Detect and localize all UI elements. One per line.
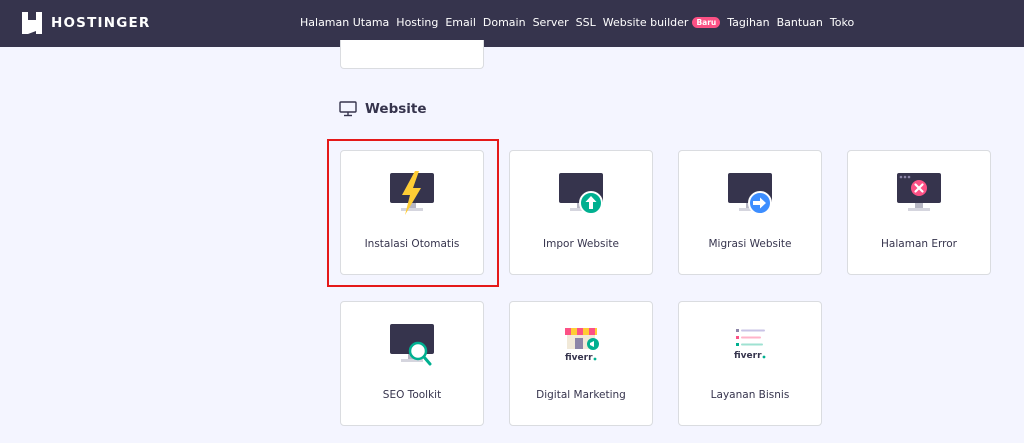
card-label: Digital Marketing bbox=[536, 389, 626, 401]
nav-item-domain[interactable]: Domain bbox=[483, 16, 526, 29]
nav-item-label: Email bbox=[445, 15, 476, 29]
card-label: Impor Website bbox=[543, 238, 619, 250]
nav-item-website-builder[interactable]: Website builder Baru bbox=[603, 16, 721, 29]
nav-item-label: Bantuan bbox=[776, 15, 823, 29]
fiverr-business-icon: fiverr bbox=[734, 329, 766, 361]
fiverr-marketing-icon: fiverr bbox=[565, 328, 599, 363]
nav-item-label: Website builder bbox=[602, 15, 689, 29]
hostinger-logo-icon bbox=[22, 12, 42, 34]
card-digital-marketing[interactable]: fiverr Digital Marketing bbox=[509, 301, 653, 426]
card-seo-toolkit[interactable]: SEO Toolkit bbox=[340, 301, 484, 426]
nav-item-label: SSL bbox=[575, 15, 596, 29]
seo-monitor-icon bbox=[390, 324, 434, 366]
nav-item-ssl[interactable]: SSL bbox=[576, 16, 596, 29]
nav-item-label: Toko bbox=[829, 15, 855, 29]
card-migrasi-website[interactable]: Migrasi Website bbox=[678, 150, 822, 275]
fiverr-logo: fiverr bbox=[734, 351, 762, 361]
nav-item-tagihan[interactable]: Tagihan bbox=[727, 16, 769, 29]
highlight-frame bbox=[327, 139, 499, 287]
nav-item-server[interactable]: Server bbox=[533, 16, 569, 29]
nav-item-label: Server bbox=[532, 15, 569, 29]
card-impor-website[interactable]: Impor Website bbox=[509, 150, 653, 275]
section-title: Website bbox=[339, 99, 427, 119]
card-label: SEO Toolkit bbox=[382, 389, 442, 401]
brand-name: HOSTINGER bbox=[51, 15, 151, 31]
top-navigation-bar: HOSTINGER Halaman Utama Hosting Email Domai… bbox=[0, 0, 1024, 47]
card-halaman-error[interactable]: Halaman Error bbox=[847, 150, 991, 275]
nav-item-email[interactable]: Email bbox=[445, 16, 476, 29]
new-badge: Baru bbox=[692, 16, 721, 28]
error-monitor-icon bbox=[897, 173, 941, 211]
card-layanan-bisnis[interactable]: fiverr Layanan Bisnis bbox=[678, 301, 822, 426]
nav-item-label: Tagihan bbox=[727, 15, 770, 29]
monitor-icon bbox=[339, 101, 357, 117]
upload-monitor-icon bbox=[559, 173, 603, 215]
section-title-text: Website bbox=[365, 101, 427, 117]
partial-card[interactable] bbox=[340, 40, 484, 69]
nav-item-label: Domain bbox=[482, 15, 526, 29]
nav-item-label: Halaman Utama bbox=[300, 15, 390, 29]
card-label: Layanan Bisnis bbox=[710, 389, 790, 401]
main-nav: Halaman Utama Hosting Email Domain Server SSL… bbox=[300, 14, 861, 30]
card-label: Migrasi Website bbox=[708, 238, 792, 250]
nav-item-bantuan[interactable]: Bantuan bbox=[777, 16, 823, 29]
nav-item-toko[interactable]: Toko bbox=[830, 16, 854, 29]
nav-item-halaman-utama[interactable]: Halaman Utama bbox=[300, 16, 389, 29]
nav-item-hosting[interactable]: Hosting bbox=[396, 16, 438, 29]
fiverr-logo: fiverr bbox=[565, 353, 593, 363]
card-label: Halaman Error bbox=[881, 238, 957, 250]
brand-logo[interactable]: HOSTINGER bbox=[22, 11, 151, 35]
nav-item-label: Hosting bbox=[396, 15, 439, 29]
migrate-monitor-icon bbox=[728, 173, 772, 215]
